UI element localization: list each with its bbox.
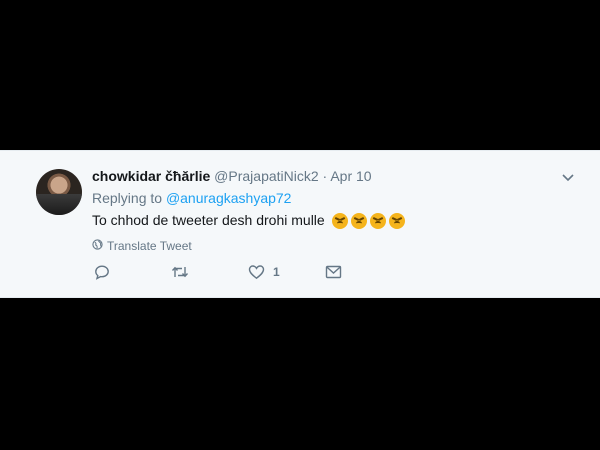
angry-face-icon [331,213,348,229]
heart-icon [248,264,265,280]
user-handle[interactable]: @PrajapatiNick2 [214,168,318,184]
tweet-text: To chhod de tweeter desh drohi mulle [92,212,325,228]
tweet-date[interactable]: Apr 10 [330,168,371,184]
emoji-group [331,213,408,233]
like-button[interactable]: 1 [248,264,280,280]
avatar[interactable] [36,169,82,215]
tweet-card[interactable]: chowkidar čħărlie @PrajapatiNick2 · Apr … [0,150,600,298]
angry-face-icon [388,213,405,229]
globe-icon [92,239,103,253]
replying-to-link[interactable]: @anuragkashyap72 [166,190,292,206]
replying-to-line: Replying to @anuragkashyap72 [92,190,291,206]
avatar-shadow [36,194,82,215]
reply-button[interactable] [94,264,118,280]
retweet-button[interactable] [171,264,197,280]
chevron-down-icon[interactable] [561,170,575,184]
angry-face-icon [369,213,386,229]
header-separator: · [322,168,328,184]
replying-prefix: Replying to [92,190,163,206]
envelope-icon [325,264,342,280]
reply-icon [94,264,110,280]
retweet-icon [171,264,189,280]
tweet-header: chowkidar čħărlie @PrajapatiNick2 · Apr … [92,168,372,184]
display-name[interactable]: chowkidar čħărlie [92,168,210,184]
translate-label: Translate Tweet [107,239,192,253]
tweet-actions: 1 [94,264,354,284]
tweet-text-line: To chhod de tweeter desh drohi mulle [92,211,408,233]
translate-tweet-link[interactable]: Translate Tweet [92,239,192,253]
angry-face-icon [350,213,367,229]
like-count: 1 [273,265,280,279]
direct-message-button[interactable] [325,264,350,280]
